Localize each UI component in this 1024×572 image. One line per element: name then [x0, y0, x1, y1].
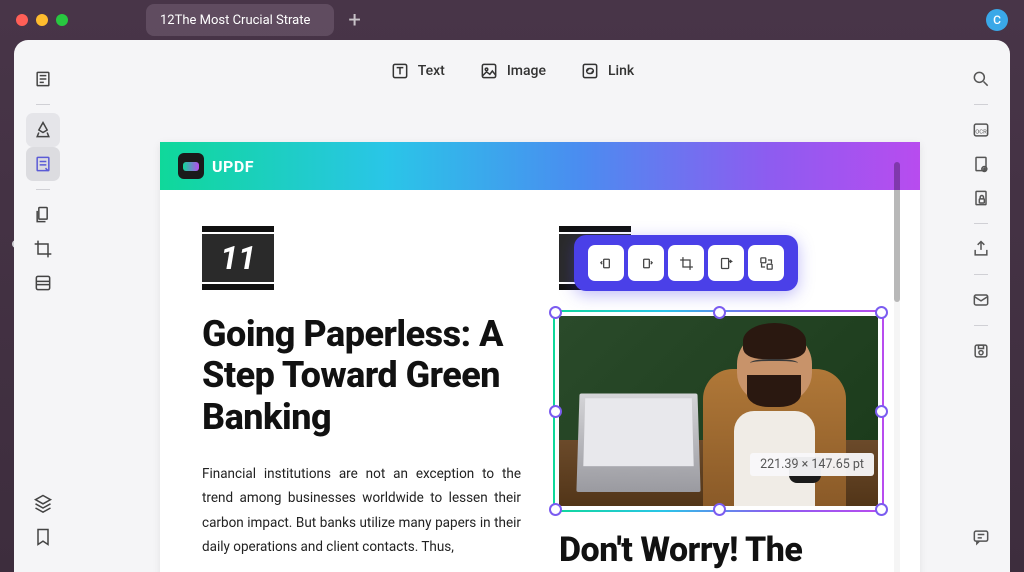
- insert-image-button[interactable]: Image: [479, 61, 546, 81]
- page-content: 11 Going Paperless: A Step Toward Green …: [160, 190, 920, 572]
- ocr-button[interactable]: OCR: [964, 113, 998, 147]
- scrollbar-thumb[interactable]: [894, 162, 900, 302]
- separator: [974, 274, 988, 275]
- resize-handle-se[interactable]: [875, 503, 888, 516]
- email-button[interactable]: [964, 283, 998, 317]
- insert-text-button[interactable]: Text: [390, 61, 445, 81]
- page-header-banner: UPDF: [160, 142, 920, 190]
- selected-image-wrapper: 221.39 × 147.65 pt: [559, 310, 878, 510]
- app-body: Text Image Link UPDF: [14, 40, 1010, 572]
- right-sidebar: OCR: [952, 40, 1010, 572]
- user-avatar[interactable]: C: [986, 9, 1008, 31]
- resize-handle-n[interactable]: [713, 306, 726, 319]
- image-edit-toolbar: [574, 235, 798, 291]
- center-pane: Text Image Link UPDF: [72, 40, 952, 572]
- edit-tool[interactable]: [26, 147, 60, 181]
- svg-text:OCR: OCR: [975, 129, 987, 135]
- toolbar-label: Text: [418, 63, 445, 79]
- separator: [36, 189, 50, 190]
- vertical-scrollbar[interactable]: [894, 162, 900, 572]
- resize-handle-nw[interactable]: [549, 306, 562, 319]
- image-content: [559, 316, 878, 506]
- rotate-right-button[interactable]: [628, 245, 664, 281]
- image-selection-box[interactable]: 221.39 × 147.65 pt: [553, 310, 884, 512]
- share-button[interactable]: [964, 232, 998, 266]
- save-button[interactable]: [964, 334, 998, 368]
- section-title: Going Paperless: A Step Toward Green Ban…: [202, 314, 521, 438]
- edit-toolbar: Text Image Link: [72, 40, 952, 102]
- pdf-page: UPDF 11 Going Paperless: A Step Toward G…: [160, 142, 920, 572]
- separator: [974, 223, 988, 224]
- highlighter-tool[interactable]: [26, 113, 60, 147]
- document-viewport[interactable]: UPDF 11 Going Paperless: A Step Toward G…: [72, 102, 952, 572]
- reader-tool[interactable]: [26, 62, 60, 96]
- crop-button[interactable]: [668, 245, 704, 281]
- comment-button[interactable]: [964, 520, 998, 554]
- brand-text: UPDF: [212, 157, 254, 176]
- rotate-left-button[interactable]: [588, 245, 624, 281]
- export-button[interactable]: [708, 245, 744, 281]
- replace-button[interactable]: [748, 245, 784, 281]
- maximize-window-button[interactable]: [56, 14, 68, 26]
- column-left: 11 Going Paperless: A Step Toward Green …: [202, 226, 521, 572]
- resize-handle-s[interactable]: [713, 503, 726, 516]
- protect-button[interactable]: [964, 181, 998, 215]
- updf-logo-icon: [178, 153, 204, 179]
- copy-tool[interactable]: [26, 198, 60, 232]
- window-frame: 12The Most Crucial Strate + C: [0, 0, 1024, 572]
- layers-tool[interactable]: [26, 486, 60, 520]
- resize-handle-w[interactable]: [549, 405, 562, 418]
- separator: [36, 104, 50, 105]
- resize-handle-ne[interactable]: [875, 306, 888, 319]
- section-body: Financial institutions are not an except…: [202, 462, 521, 559]
- add-tab-button[interactable]: +: [348, 8, 360, 33]
- resize-handle-sw[interactable]: [549, 503, 562, 516]
- crop-page-tool[interactable]: [26, 232, 60, 266]
- left-sidebar: [14, 40, 72, 572]
- toolbar-label: Image: [507, 63, 546, 79]
- photo-placeholder: [559, 316, 878, 506]
- document-tab[interactable]: 12The Most Crucial Strate: [146, 4, 334, 36]
- tab-title: 12The Most Crucial Strate: [160, 13, 310, 28]
- toolbar-label: Link: [608, 63, 634, 79]
- separator: [974, 325, 988, 326]
- close-window-button[interactable]: [16, 14, 28, 26]
- separator: [974, 104, 988, 105]
- bookmark-tool[interactable]: [26, 520, 60, 554]
- page-organizer-button[interactable]: [964, 147, 998, 181]
- section-number-badge: 11: [202, 226, 274, 290]
- resize-handle-e[interactable]: [875, 405, 888, 418]
- section-number: 11: [202, 234, 274, 282]
- traffic-lights: [16, 14, 68, 26]
- titlebar: 12The Most Crucial Strate + C: [0, 0, 1024, 40]
- search-button[interactable]: [964, 62, 998, 96]
- dimension-label: 221.39 × 147.65 pt: [750, 453, 874, 476]
- minimize-window-button[interactable]: [36, 14, 48, 26]
- insert-link-button[interactable]: Link: [580, 61, 634, 81]
- section-title: Don't Worry! The: [559, 530, 878, 570]
- redact-tool[interactable]: [26, 266, 60, 300]
- avatar-initial: C: [993, 13, 1001, 27]
